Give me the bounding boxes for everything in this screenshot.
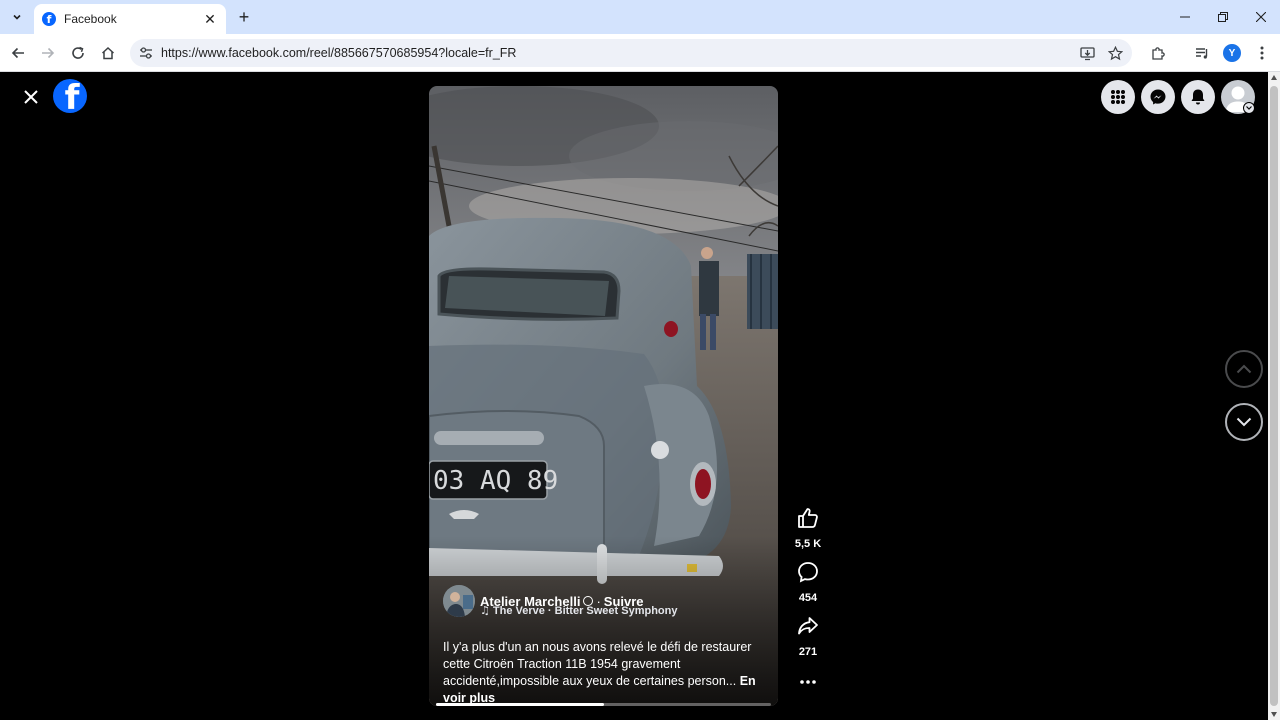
tab-title: Facebook bbox=[64, 12, 117, 26]
video-progress-fill bbox=[436, 703, 604, 706]
like-button[interactable]: 5,5 K bbox=[790, 506, 826, 550]
arrow-left-icon bbox=[11, 47, 24, 59]
media-controls-button[interactable] bbox=[1190, 41, 1214, 65]
share-count: 271 bbox=[798, 646, 818, 658]
more-vertical-icon bbox=[1260, 46, 1264, 60]
comment-count: 454 bbox=[798, 592, 818, 604]
restore-button[interactable] bbox=[1204, 0, 1242, 34]
browser-tab-facebook[interactable]: f Facebook ✕ bbox=[34, 4, 226, 34]
home-button[interactable] bbox=[96, 41, 120, 65]
home-icon bbox=[101, 46, 115, 60]
scroll-up-arrow[interactable] bbox=[1271, 75, 1277, 80]
close-icon bbox=[1256, 12, 1266, 22]
profile-button[interactable]: Y bbox=[1220, 41, 1244, 65]
star-icon bbox=[1107, 45, 1123, 60]
minimize-icon bbox=[1180, 16, 1190, 18]
browser-tab-bar: f Facebook ✕ + bbox=[0, 0, 1280, 34]
caption-text: Il y'a plus d'un an nous avons relevé le… bbox=[443, 640, 752, 688]
chevron-down-icon bbox=[1246, 106, 1252, 110]
tab-close-icon[interactable]: ✕ bbox=[202, 11, 218, 28]
facebook-favicon-icon: f bbox=[42, 12, 56, 26]
scroll-down-arrow[interactable] bbox=[1271, 712, 1277, 717]
close-icon bbox=[24, 90, 38, 104]
account-menu-badge[interactable] bbox=[1243, 102, 1255, 114]
browser-toolbar: https://www.facebook.com/reel/8856675706… bbox=[0, 34, 1280, 72]
address-bar[interactable]: https://www.facebook.com/reel/8856675706… bbox=[130, 39, 1132, 67]
thumbs-up-icon bbox=[798, 508, 818, 528]
notifications-button[interactable] bbox=[1181, 80, 1215, 114]
author-photo-icon bbox=[443, 585, 475, 617]
close-window-button[interactable] bbox=[1242, 0, 1280, 34]
site-settings-button[interactable] bbox=[136, 43, 156, 63]
install-icon bbox=[1079, 46, 1095, 60]
tune-icon bbox=[140, 47, 152, 59]
comment-button[interactable]: 454 bbox=[790, 560, 826, 604]
page-scrollbar[interactable] bbox=[1268, 72, 1280, 720]
restore-icon bbox=[1218, 12, 1228, 22]
video-progress-bar[interactable] bbox=[436, 703, 771, 706]
url-text[interactable]: https://www.facebook.com/reel/8856675706… bbox=[161, 46, 516, 60]
extensions-button[interactable] bbox=[1146, 41, 1170, 65]
close-reel-button[interactable] bbox=[18, 84, 44, 110]
new-tab-button[interactable]: + bbox=[234, 6, 254, 28]
facebook-logo-icon[interactable]: f bbox=[53, 79, 87, 113]
more-horizontal-icon bbox=[800, 680, 816, 684]
bookmark-button[interactable] bbox=[1105, 43, 1125, 63]
scrollbar-thumb[interactable] bbox=[1270, 86, 1278, 706]
puzzle-icon bbox=[1151, 46, 1165, 60]
reel-caption: Il y'a plus d'un an nous avons relevé le… bbox=[443, 639, 763, 706]
more-options-button[interactable] bbox=[790, 670, 826, 699]
tab-search-button[interactable] bbox=[6, 6, 28, 28]
grid-menu-icon bbox=[1111, 90, 1125, 104]
next-reel-button[interactable] bbox=[1225, 403, 1263, 441]
reel-viewer: f 03 AQ 89 Atelier Marchelli · Suivre ♫ … bbox=[0, 72, 1268, 720]
chevron-down-icon bbox=[13, 14, 21, 20]
like-count: 5,5 K bbox=[794, 538, 822, 550]
previous-reel-button[interactable] bbox=[1225, 350, 1263, 388]
share-arrow-icon bbox=[798, 617, 818, 635]
minimize-button[interactable] bbox=[1166, 0, 1204, 34]
menu-button[interactable] bbox=[1101, 80, 1135, 114]
playlist-icon bbox=[1195, 47, 1207, 59]
author-avatar[interactable] bbox=[443, 585, 475, 617]
browser-menu-button[interactable] bbox=[1250, 41, 1274, 65]
chevron-down-icon bbox=[1236, 417, 1252, 427]
messenger-button[interactable] bbox=[1141, 80, 1175, 114]
license-plate-text: 03 AQ 89 bbox=[433, 466, 558, 496]
install-app-button[interactable] bbox=[1077, 43, 1097, 63]
music-note-icon: ♫ bbox=[480, 604, 490, 617]
music-link[interactable]: ♫ The Verve · Bitter Sweet Symphony bbox=[480, 604, 678, 617]
forward-button[interactable] bbox=[36, 41, 60, 65]
bell-icon bbox=[1191, 89, 1205, 105]
reload-button[interactable] bbox=[66, 41, 90, 65]
share-button[interactable]: 271 bbox=[790, 614, 826, 658]
arrow-right-icon bbox=[42, 47, 55, 59]
back-button[interactable] bbox=[6, 41, 30, 65]
profile-avatar: Y bbox=[1223, 44, 1241, 62]
chevron-up-icon bbox=[1236, 364, 1252, 374]
messenger-icon bbox=[1150, 89, 1166, 105]
reel-video[interactable]: 03 AQ 89 Atelier Marchelli · Suivre ♫ Th… bbox=[429, 86, 778, 706]
music-title: The Verve · Bitter Sweet Symphony bbox=[492, 604, 678, 617]
comment-bubble-icon bbox=[798, 562, 818, 583]
reload-icon bbox=[72, 46, 84, 59]
